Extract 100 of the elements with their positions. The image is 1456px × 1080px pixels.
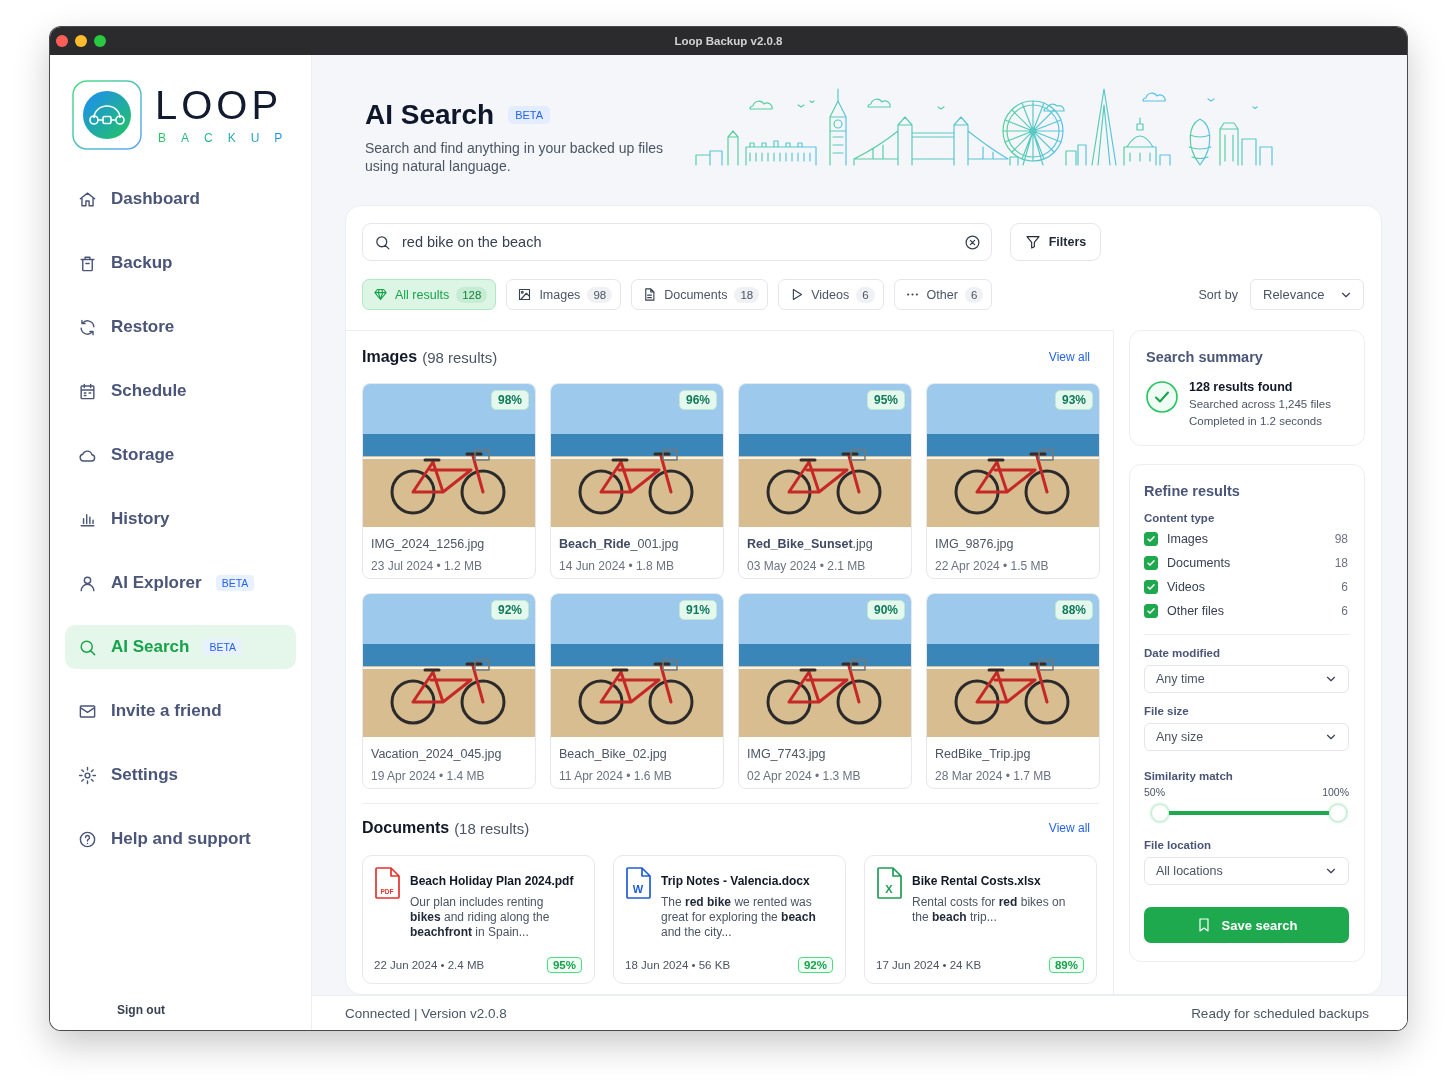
gem-icon — [373, 287, 388, 302]
document-name: Bike Rental Costs.xlsx — [912, 873, 1042, 889]
match-score: 96% — [678, 390, 717, 410]
filter-tab[interactable]: All results 128 — [362, 279, 497, 310]
slider-handle[interactable] — [1329, 804, 1347, 822]
match-score: 90% — [866, 600, 905, 620]
window-zoom-button[interactable] — [94, 35, 106, 47]
image-result-card[interactable]: 93% IMG_9876.jpg 22 Apr 2024 • 1.5 MB — [926, 383, 1100, 579]
image-result-card[interactable]: 90% IMG_7743.jpg 02 Apr 2024 • 1.3 MB — [738, 593, 912, 789]
option-count: 6 — [1341, 580, 1348, 594]
count-badge: 128 — [456, 286, 488, 303]
window-close-button[interactable] — [56, 35, 68, 47]
document-name: Trip Notes - Valencia.docx — [661, 873, 811, 889]
file-meta: 18 Jun 2024 • 56 KB — [625, 959, 731, 971]
image-result-card[interactable]: 95% Red_Bike_Sunset.jpg 03 May 2024 • 2.1 MB — [738, 383, 912, 579]
nav-item[interactable]: History — [65, 497, 296, 541]
image-result-card[interactable]: 88% RedBike_Trip.jpg 28 Mar 2024 • 1.7 MB — [926, 593, 1100, 789]
file-name: Beach_Ride_001.jpg — [558, 536, 680, 553]
nav-item[interactable]: AI Search BETA — [65, 625, 296, 669]
nav-item[interactable]: Schedule — [65, 369, 296, 413]
count-badge: 18 — [734, 286, 760, 303]
window-minimize-button[interactable] — [75, 35, 87, 47]
image-result-card[interactable]: 98% IMG_2024_1256.jpg 23 Jul 2024 • 1.2 MB — [362, 383, 536, 579]
nav-item[interactable]: Backup — [65, 241, 296, 285]
document-excerpt: Our plan includes renting bikes and riding along the beachfront in Spain... — [410, 895, 551, 940]
nav-item[interactable]: Help and support — [65, 817, 296, 861]
check-circle-icon — [1146, 381, 1178, 413]
nav-item[interactable]: Dashboard — [65, 177, 296, 221]
range-min-label: 50% — [1144, 785, 1165, 799]
match-score: 92% — [797, 957, 833, 973]
search-field[interactable]: red bike on the beach — [362, 223, 992, 261]
match-score: 95% — [866, 390, 905, 410]
beta-badge: BETA — [215, 575, 255, 591]
brand-name: LOOP — [155, 85, 283, 125]
check-icon — [1146, 582, 1156, 592]
filter-tab[interactable]: Videos 6 — [778, 279, 884, 310]
nav-item[interactable]: Storage — [65, 433, 296, 477]
select-field[interactable]: Any time — [1144, 665, 1349, 693]
nav-item[interactable]: AI Explorer BETA — [65, 561, 296, 605]
checkbox[interactable] — [1144, 580, 1158, 594]
results-found: 128 results found — [1189, 379, 1294, 396]
file-name: Vacation_2024_045.jpg — [370, 746, 503, 763]
image-result-card[interactable]: 91% Beach_Bike_02.jpg 11 Apr 2024 • 1.6 MB — [550, 593, 724, 789]
sort-label: Sort by — [1198, 287, 1238, 302]
search-icon — [78, 637, 97, 657]
option-label: Other files — [1167, 604, 1224, 618]
checkbox[interactable] — [1144, 532, 1158, 546]
document-icon — [642, 287, 658, 302]
beta-badge: BETA — [203, 639, 243, 655]
image-result-card[interactable]: 92% Vacation_2024_045.jpg 19 Apr 2024 • 1.4 MB — [362, 593, 536, 789]
check-icon — [1146, 534, 1156, 544]
search-icon — [374, 233, 391, 251]
match-score: 95% — [546, 957, 582, 973]
document-result-card[interactable]: W Trip Notes - Valencia.docx The red bike we rented was great for exploring the beach and the city... 18 Jun 2024 • 56 KB 92% — [613, 855, 846, 984]
file-name: RedBike_Trip.jpg — [934, 746, 1032, 763]
window-title: Loop Backup v2.0.8 — [674, 35, 783, 47]
file-meta: 11 Apr 2024 • 1.6 MB — [558, 768, 673, 785]
clear-icon[interactable] — [964, 233, 981, 251]
filter-tab[interactable]: Images 98 — [506, 279, 622, 310]
similarity-slider[interactable] — [1151, 804, 1347, 822]
result-count: (18 results) — [454, 819, 530, 837]
checkbox[interactable] — [1144, 556, 1158, 570]
file-meta: 02 Apr 2024 • 1.3 MB — [746, 768, 862, 785]
section-title: Documents — [362, 819, 450, 837]
image-result-card[interactable]: 96% Beach_Ride_001.jpg 14 Jun 2024 • 1.8 MB — [550, 383, 724, 579]
nav-item[interactable]: Restore — [65, 305, 296, 349]
checkbox[interactable] — [1144, 604, 1158, 618]
section-title: Images — [362, 348, 418, 366]
sort-select[interactable]: Relevance — [1250, 279, 1364, 310]
group-label: File size — [1144, 704, 1190, 719]
match-score: 98% — [490, 390, 529, 410]
select-field[interactable]: All locations — [1144, 857, 1349, 885]
sign-out-button[interactable]: Sign out — [117, 1000, 165, 1020]
filters-button[interactable]: Filters — [1010, 223, 1101, 261]
settings-icon — [78, 765, 97, 785]
document-excerpt: Rental costs for red bikes on the beach trip... — [912, 895, 1067, 925]
image-icon — [517, 287, 533, 302]
document-result-card[interactable]: X Bike Rental Costs.xlsx Rental costs for red bikes on the beach trip... 17 Jun 2024 • 24 KB 89% — [864, 855, 1097, 984]
card-title: Refine results — [1144, 482, 1241, 501]
refresh-icon — [78, 317, 97, 337]
select-field[interactable]: Any size — [1144, 723, 1349, 751]
file-meta: 28 Mar 2024 • 1.7 MB — [934, 768, 1053, 785]
view-all-link[interactable]: View all — [1048, 350, 1090, 364]
match-score: 92% — [490, 600, 529, 620]
nav-item[interactable]: Settings — [65, 753, 296, 797]
bin-icon — [78, 253, 97, 273]
match-score: 91% — [678, 600, 717, 620]
check-icon — [1146, 606, 1156, 616]
view-all-link[interactable]: View all — [1048, 821, 1090, 835]
filter-tab[interactable]: Documents 18 — [631, 279, 769, 310]
group-label: File location — [1144, 838, 1213, 853]
check-icon — [1146, 558, 1156, 568]
nav-item[interactable]: Invite a friend — [65, 689, 296, 733]
file-name: IMG_7743.jpg — [746, 746, 827, 763]
count-badge: 98 — [587, 286, 613, 303]
summary-line: Searched across 1,245 files — [1189, 397, 1331, 412]
file-meta: 03 May 2024 • 2.1 MB — [746, 558, 867, 575]
filter-icon — [1024, 234, 1041, 250]
slider-handle[interactable] — [1151, 804, 1169, 822]
filter-tab[interactable]: Other 6 — [893, 279, 993, 310]
